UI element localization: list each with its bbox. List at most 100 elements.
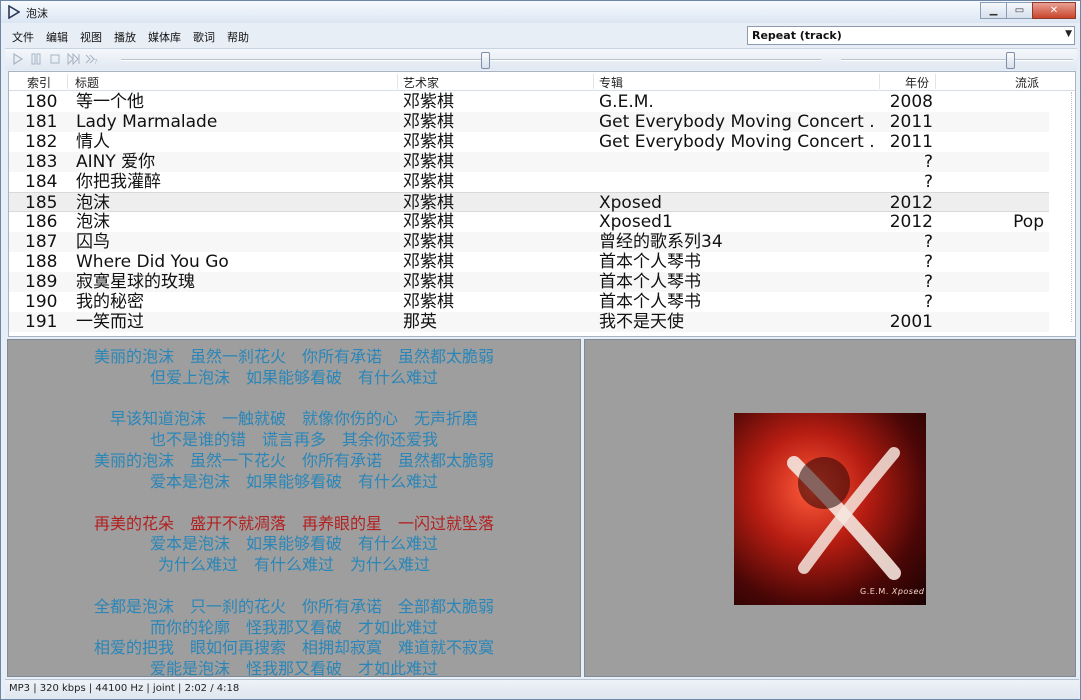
table-row-selected[interactable]: 185 泡沫 邓紫棋 Xposed 2012 bbox=[9, 192, 1049, 213]
cell-index: 184 bbox=[25, 172, 58, 192]
cell-index: 182 bbox=[25, 132, 58, 152]
minimize-icon: ▁ bbox=[989, 5, 998, 16]
lyric-line: 爱能是泡沫 怪我那又看破 才如此难过 bbox=[149, 659, 438, 677]
random-button[interactable]: ? bbox=[85, 53, 99, 67]
column-header-album[interactable]: 专辑 bbox=[599, 74, 623, 91]
column-header-index[interactable]: 索引 bbox=[27, 74, 51, 91]
cell-artist: 邓紫棋 bbox=[403, 112, 454, 132]
column-header-genre[interactable]: 流派 bbox=[1015, 74, 1039, 91]
cell-album: 曾经的歌系列34 bbox=[599, 232, 723, 252]
cell-index: 190 bbox=[25, 292, 58, 312]
cell-title: 泡沫 bbox=[76, 193, 110, 213]
playlist-view[interactable]: 索引 标题 艺术家 专辑 年份 流派 180 等一个他 邓紫棋 G.E.M. 2… bbox=[8, 71, 1076, 337]
cell-album: 首本个人琴书 bbox=[599, 292, 701, 312]
table-row[interactable]: 182 情人 邓紫棋 Get Everybody Moving Concert … bbox=[9, 132, 1049, 152]
cell-artist: 邓紫棋 bbox=[403, 92, 454, 112]
cell-album: Xposed bbox=[599, 193, 662, 213]
seek-thumb[interactable] bbox=[481, 52, 490, 69]
cell-album: 首本个人琴书 bbox=[599, 272, 701, 292]
cell-artist: 邓紫棋 bbox=[403, 172, 454, 192]
transport-toolbar: ? bbox=[5, 48, 1077, 70]
menu-library[interactable]: 媒体库 bbox=[142, 27, 187, 45]
cell-title: 你把我灌醉 bbox=[76, 172, 161, 192]
cell-album: 我不是天使 bbox=[599, 312, 684, 332]
play-button[interactable] bbox=[11, 52, 25, 67]
menu-playback[interactable]: 播放 bbox=[108, 27, 142, 45]
cell-title: 寂寞星球的玫瑰 bbox=[76, 272, 195, 292]
cell-title: Where Did You Go bbox=[76, 252, 229, 272]
lyric-line: 但爱上泡沫 如果能够看破 有什么难过 bbox=[149, 368, 438, 387]
cell-index: 185 bbox=[25, 193, 58, 213]
cell-index: 189 bbox=[25, 272, 58, 292]
random-icon: ? bbox=[85, 54, 98, 66]
cell-artist: 邓紫棋 bbox=[403, 252, 454, 272]
close-icon: ✕ bbox=[1049, 5, 1059, 16]
seek-bar[interactable] bbox=[121, 59, 821, 61]
window-title: 泡沫 bbox=[26, 7, 48, 20]
play-icon bbox=[13, 52, 24, 66]
cell-album: Get Everybody Moving Concert ... bbox=[599, 112, 874, 132]
minimize-button[interactable]: ▁ bbox=[980, 2, 1007, 19]
menu-help[interactable]: 帮助 bbox=[221, 27, 255, 45]
status-bar: MP3 | 320 kbps | 44100 Hz | joint | 2:02… bbox=[5, 679, 1079, 699]
maximize-icon: ▭ bbox=[1014, 5, 1025, 16]
cell-artist: 邓紫棋 bbox=[403, 193, 454, 213]
table-row[interactable]: 183 AINY 爱你 邓紫棋 ? bbox=[9, 152, 1049, 172]
stop-icon bbox=[50, 54, 60, 64]
cell-year: ? bbox=[923, 252, 933, 272]
menu-lyrics[interactable]: 歌词 bbox=[187, 27, 221, 45]
cell-title: AINY 爱你 bbox=[76, 152, 156, 172]
menu-bar: 文件 编辑 视图 播放 媒体库 歌词 帮助 bbox=[6, 27, 255, 45]
next-icon bbox=[67, 52, 80, 66]
pause-button[interactable] bbox=[29, 53, 43, 67]
cell-title: 泡沫 bbox=[76, 212, 110, 232]
table-row[interactable]: 191 一笑而过 那英 我不是天使 2001 bbox=[9, 312, 1049, 332]
table-row[interactable]: 186 泡沫 邓紫棋 Xposed1 2012 Pop bbox=[9, 212, 1049, 232]
cell-year: 2011 bbox=[889, 112, 933, 132]
status-text: MP3 | 320 kbps | 44100 Hz | joint | 2:02… bbox=[9, 683, 240, 694]
cell-year: ? bbox=[923, 172, 933, 192]
menu-view[interactable]: 视图 bbox=[74, 27, 108, 45]
lyric-line: 爱本是泡沫 如果能够看破 有什么难过 bbox=[149, 472, 438, 491]
cell-year: 2011 bbox=[889, 132, 933, 152]
lyrics-panel[interactable]: 美丽的泡沫 虽然一刹花火 你所有承诺 虽然都太脆弱 但爱上泡沫 如果能够看破 有… bbox=[7, 339, 581, 677]
next-button[interactable] bbox=[67, 52, 81, 67]
table-row[interactable]: 189 寂寞星球的玫瑰 邓紫棋 首本个人琴书 ? bbox=[9, 272, 1049, 292]
cell-album: 首本个人琴书 bbox=[599, 252, 701, 272]
cell-title: 一笑而过 bbox=[76, 312, 144, 332]
album-cover-image: G.E.M. Xposed bbox=[734, 413, 926, 605]
cell-genre: Pop bbox=[1013, 212, 1044, 232]
menu-file[interactable]: 文件 bbox=[6, 27, 40, 45]
cell-title: 我的秘密 bbox=[76, 292, 144, 312]
menu-edit[interactable]: 编辑 bbox=[40, 27, 74, 45]
volume-thumb[interactable] bbox=[1006, 52, 1016, 69]
cell-artist: 邓紫棋 bbox=[403, 212, 454, 232]
column-header-year[interactable]: 年份 bbox=[905, 74, 929, 91]
stop-button[interactable] bbox=[48, 53, 62, 67]
cell-title: 等一个他 bbox=[76, 92, 144, 112]
column-header-artist[interactable]: 艺术家 bbox=[403, 74, 439, 91]
cell-title: Lady Marmalade bbox=[76, 112, 218, 132]
cell-artist: 邓紫棋 bbox=[403, 272, 454, 292]
playlist-scrollbar[interactable] bbox=[1071, 92, 1073, 322]
maximize-button[interactable]: ▭ bbox=[1006, 2, 1033, 19]
table-row[interactable]: 181 Lady Marmalade 邓紫棋 Get Everybody Mov… bbox=[9, 112, 1049, 132]
cover-x-graphic bbox=[787, 447, 901, 580]
column-header-title[interactable]: 标题 bbox=[75, 74, 99, 91]
cell-artist: 邓紫棋 bbox=[403, 152, 454, 172]
table-row[interactable]: 190 我的秘密 邓紫棋 首本个人琴书 ? bbox=[9, 292, 1049, 312]
table-row[interactable]: 184 你把我灌醉 邓紫棋 ? bbox=[9, 172, 1049, 192]
cell-index: 187 bbox=[25, 232, 58, 252]
table-row[interactable]: 188 Where Did You Go 邓紫棋 首本个人琴书 ? bbox=[9, 252, 1049, 272]
close-button[interactable]: ✕ bbox=[1032, 2, 1076, 19]
cell-index: 188 bbox=[25, 252, 58, 272]
cell-artist: 邓紫棋 bbox=[403, 292, 454, 312]
cell-year: 2012 bbox=[889, 193, 933, 213]
cover-brand-text: G.E.M. Xposed bbox=[860, 587, 925, 596]
cell-album: Xposed1 bbox=[599, 212, 673, 232]
pause-icon bbox=[31, 53, 41, 65]
table-row[interactable]: 187 囚鸟 邓紫棋 曾经的歌系列34 ? bbox=[9, 232, 1049, 252]
volume-bar[interactable] bbox=[841, 59, 1073, 61]
table-row[interactable]: 180 等一个他 邓紫棋 G.E.M. 2008 bbox=[9, 92, 1049, 112]
playback-order-select[interactable]: Repeat (track) ▼ bbox=[747, 26, 1075, 45]
